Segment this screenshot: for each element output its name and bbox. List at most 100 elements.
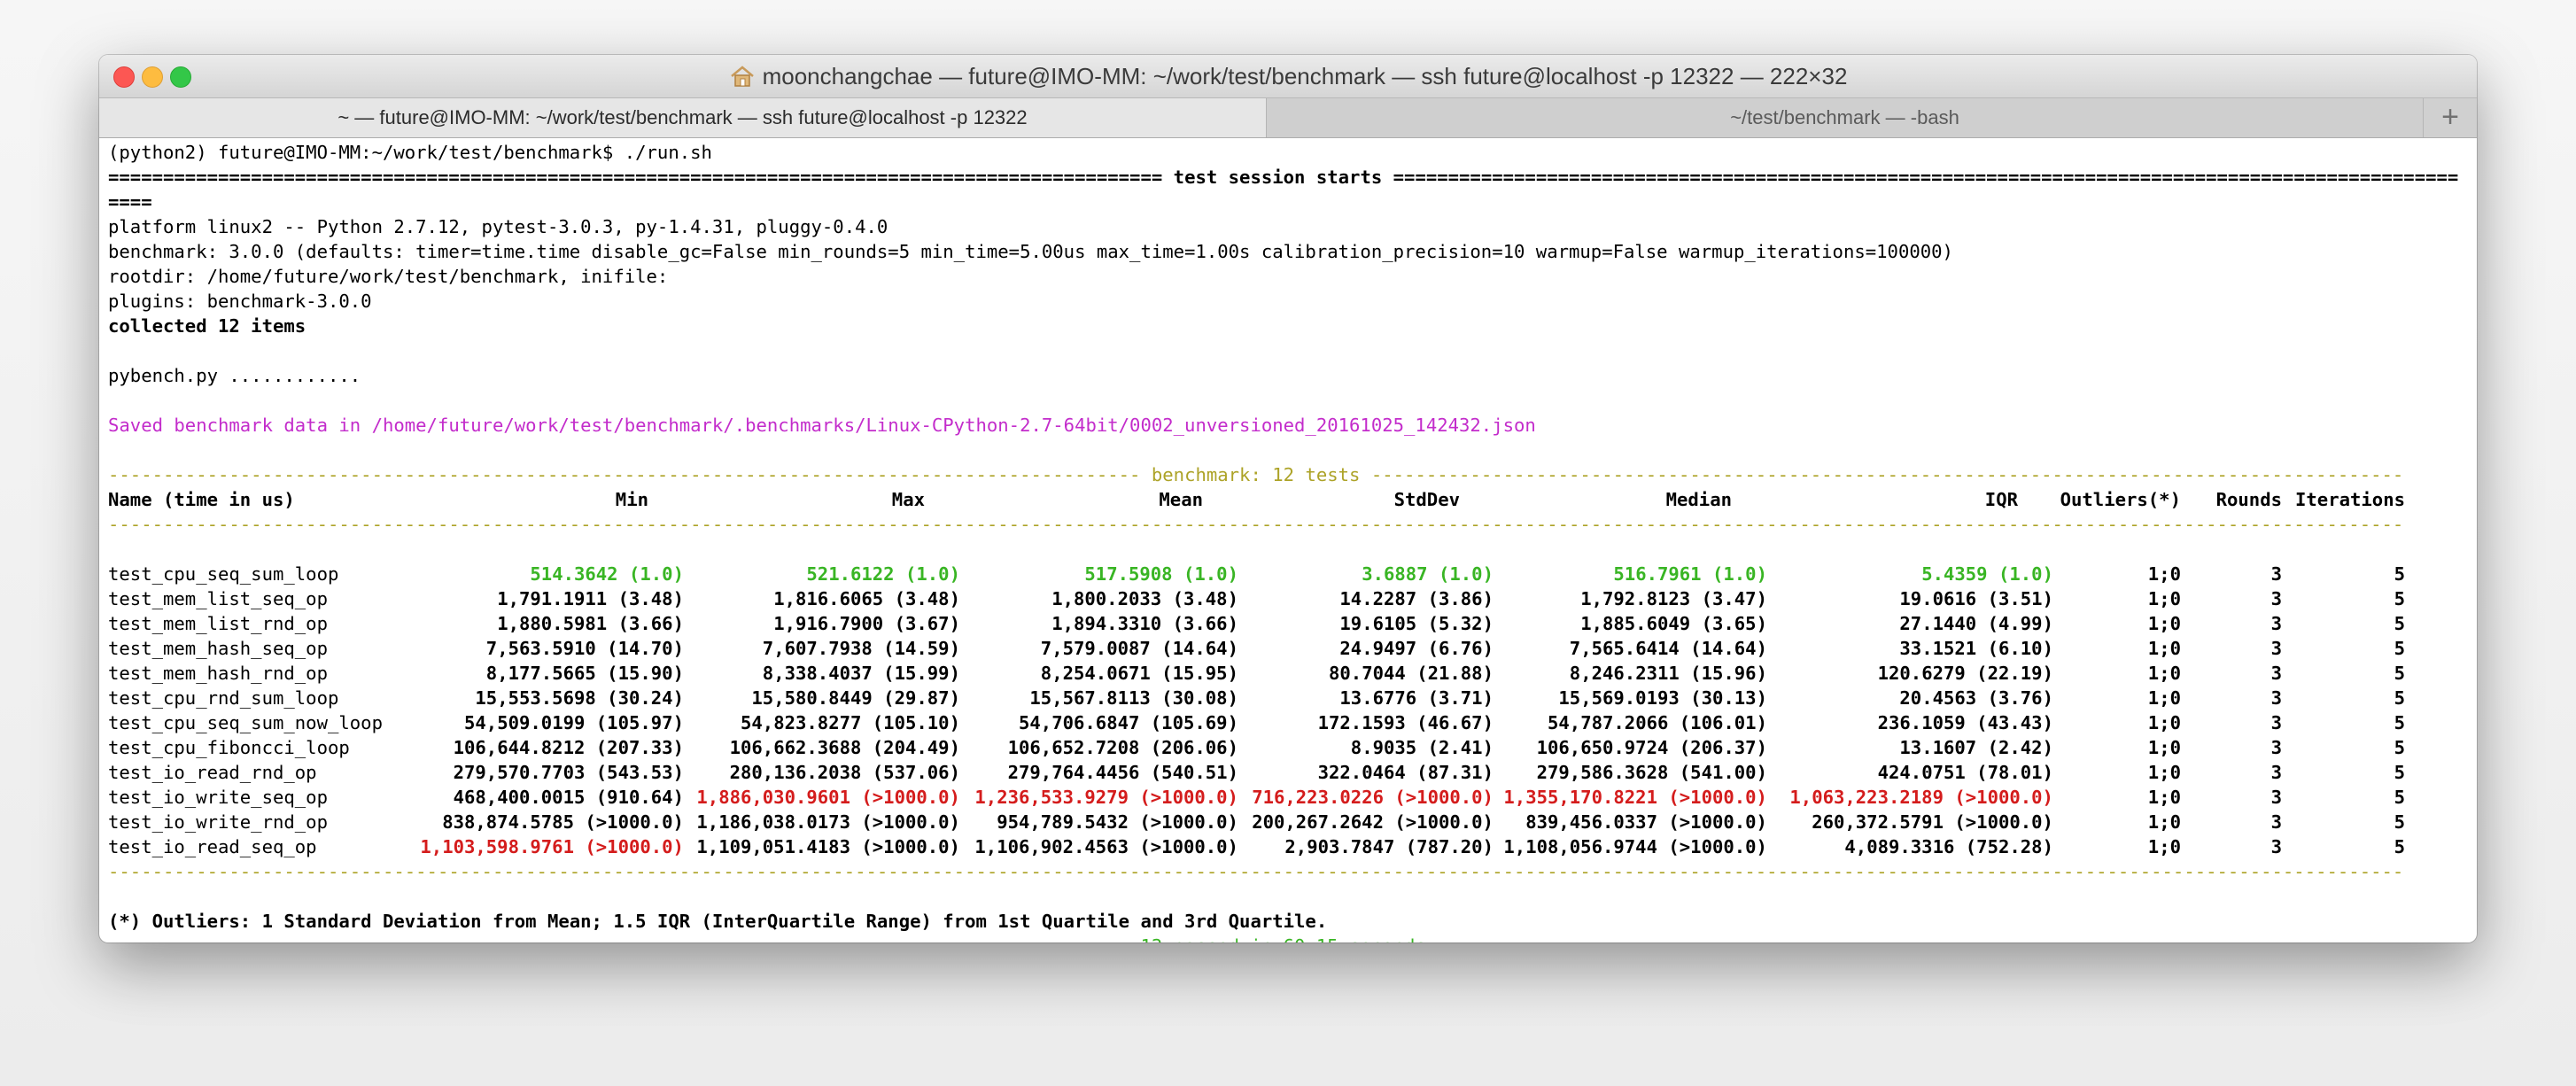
cell-name: test_cpu_fiboncci_loop — [108, 737, 350, 758]
cell-outliers: 1;0 — [2147, 613, 2181, 634]
cell-mean: 1,894.3310 (3.66) — [1051, 613, 1238, 634]
column-header-max: Max — [891, 489, 925, 510]
column-header-min: Min — [615, 489, 648, 510]
terminal-window: moonchangchae — future@IMO-MM: ~/work/te… — [99, 55, 2477, 942]
cell-mean: 54,706.6847 (105.69) — [1019, 712, 1238, 733]
cell-max: 7,607.7938 (14.59) — [762, 638, 960, 659]
cell-outliers: 1;0 — [2147, 787, 2181, 808]
session-start-rule: ========================================… — [108, 167, 2459, 188]
cell-stddev: 19.6105 (5.32) — [1339, 613, 1494, 634]
cell-max: 280,136.2038 (537.06) — [729, 762, 960, 783]
cell-min: 54,509.0199 (105.97) — [464, 712, 684, 733]
table-header-rule: ----------------------------------------… — [108, 514, 2404, 535]
cell-stddev: 3.6887 (1.0) — [1362, 563, 1494, 585]
cell-mean: 1,106,902.4563 (>1000.0) — [974, 836, 1238, 857]
cell-iterations: 5 — [2394, 762, 2405, 783]
cell-iqr: 19.0616 (3.51) — [1899, 588, 2053, 609]
cell-rounds: 3 — [2270, 588, 2282, 609]
new-tab-button[interactable]: + — [2424, 98, 2477, 137]
cell-stddev: 716,223.0226 (>1000.0) — [1252, 787, 1494, 808]
cell-iterations: 5 — [2394, 563, 2405, 585]
wrap-continuation: ==== — [108, 191, 152, 213]
cell-min: 1,103,598.9761 (>1000.0) — [420, 836, 684, 857]
cell-outliers: 1;0 — [2147, 712, 2181, 733]
cell-mean: 954,789.5432 (>1000.0) — [997, 811, 1238, 833]
collected-line: collected 12 items — [108, 315, 306, 337]
cell-iqr: 4,089.3316 (752.28) — [1844, 836, 2053, 857]
cell-median: 8,246.2311 (15.96) — [1569, 663, 1767, 684]
cell-name: test_cpu_rnd_sum_loop — [108, 687, 339, 709]
cell-rounds: 3 — [2270, 663, 2282, 684]
cell-min: 8,177.5665 (15.90) — [485, 663, 684, 684]
cell-min: 15,553.5698 (30.24) — [475, 687, 684, 709]
window-title: moonchangchae — future@IMO-MM: ~/work/te… — [99, 55, 2477, 97]
cell-median: 279,586.3628 (541.00) — [1536, 762, 1767, 783]
cell-rounds: 3 — [2270, 787, 2282, 808]
cell-median: 1,885.6049 (3.65) — [1580, 613, 1767, 634]
table-row: test_cpu_seq_sum_now_loop 54,509.0199 (10… — [108, 710, 2470, 735]
cell-rounds: 3 — [2270, 613, 2282, 634]
table-row: test_mem_list_seq_op 1,791.1911 (3.48) 1,8… — [108, 586, 2470, 611]
tab-bash[interactable]: ~/test/benchmark — -bash — [1267, 98, 2424, 137]
cell-stddev: 13.6776 (3.71) — [1339, 687, 1494, 709]
cell-iterations: 5 — [2394, 588, 2405, 609]
cell-iqr: 5.4359 (1.0) — [1921, 563, 2053, 585]
cell-name: test_io_read_rnd_op — [108, 762, 317, 783]
home-icon — [730, 66, 754, 87]
cell-outliers: 1;0 — [2147, 687, 2181, 709]
column-header-outliers: Outliers(*) — [2060, 489, 2181, 510]
cell-mean: 1,236,533.9279 (>1000.0) — [974, 787, 1238, 808]
cell-max: 15,580.8449 (29.87) — [751, 687, 960, 709]
cell-rounds: 3 — [2270, 687, 2282, 709]
column-header-median: Median — [1665, 489, 1732, 510]
cell-outliers: 1;0 — [2147, 811, 2181, 833]
terminal-output[interactable]: (python2) future@IMO-MM:~/work/test/benc… — [108, 140, 2470, 942]
tab-ssh[interactable]: ~ — future@IMO-MM: ~/work/test/benchmark… — [99, 98, 1267, 137]
saved-data-line: Saved benchmark data in /home/future/wor… — [108, 415, 1536, 436]
column-header-stddev: StdDev — [1393, 489, 1460, 510]
cell-name: test_io_write_rnd_op — [108, 811, 328, 833]
cell-iterations: 5 — [2394, 638, 2405, 659]
cell-iterations: 5 — [2394, 836, 2405, 857]
cell-rounds: 3 — [2270, 712, 2282, 733]
cell-mean: 106,652.7208 (206.06) — [1007, 737, 1238, 758]
cell-outliers: 1;0 — [2147, 836, 2181, 857]
summary-rule-label: 12 passed in 60.15 seconds — [1129, 935, 1437, 942]
cell-max: 106,662.3688 (204.49) — [729, 737, 960, 758]
tab-ssh-label: ~ — future@IMO-MM: ~/work/test/benchmark… — [338, 106, 1028, 128]
session-start-rule-label: test session starts — [1162, 167, 1393, 188]
cell-iterations: 5 — [2394, 737, 2405, 758]
cell-stddev: 322.0464 (87.31) — [1317, 762, 1494, 783]
table-row: test_cpu_fiboncci_loop 106,644.8212 (207.… — [108, 735, 2470, 760]
column-header-name: Name (time in us) — [108, 489, 295, 510]
table-row: test_cpu_rnd_sum_loop 15,553.5698 (30.24)… — [108, 686, 2470, 710]
cell-stddev: 24.9497 (6.76) — [1339, 638, 1494, 659]
cell-rounds: 3 — [2270, 811, 2282, 833]
cell-iterations: 5 — [2394, 811, 2405, 833]
cell-rounds: 3 — [2270, 737, 2282, 758]
cell-iqr: 236.1059 (43.43) — [1877, 712, 2053, 733]
cell-rounds: 3 — [2270, 563, 2282, 585]
cell-iqr: 1,063,223.2189 (>1000.0) — [1789, 787, 2053, 808]
cell-name: test_cpu_seq_sum_loop — [108, 563, 339, 585]
window-title-text: moonchangchae — future@IMO-MM: ~/work/te… — [762, 63, 1848, 89]
column-header-mean: Mean — [1159, 489, 1203, 510]
cell-median: 839,456.0337 (>1000.0) — [1525, 811, 1767, 833]
cell-name: test_cpu_seq_sum_now_loop — [108, 712, 383, 733]
title-bar[interactable]: moonchangchae — future@IMO-MM: ~/work/te… — [99, 55, 2477, 98]
rootdir-line: rootdir: /home/future/work/test/benchmar… — [108, 266, 669, 287]
column-header-iqr: IQR — [1984, 489, 2018, 510]
cell-rounds: 3 — [2270, 762, 2282, 783]
cell-min: 468,400.0015 (910.64) — [453, 787, 684, 808]
cell-name: test_mem_hash_rnd_op — [108, 663, 328, 684]
benchmark-config-line: benchmark: 3.0.0 (defaults: timer=time.t… — [108, 241, 1953, 262]
cell-iterations: 5 — [2394, 687, 2405, 709]
cell-iqr: 424.0751 (78.01) — [1877, 762, 2053, 783]
cell-min: 838,874.5785 (>1000.0) — [442, 811, 684, 833]
cell-min: 106,644.8212 (207.33) — [453, 737, 684, 758]
cell-max: 1,186,038.0173 (>1000.0) — [696, 811, 960, 833]
cell-stddev: 8.9035 (2.41) — [1350, 737, 1494, 758]
table-top-rule-label: benchmark: 12 tests — [1140, 464, 1371, 485]
cell-median: 1,355,170.8221 (>1000.0) — [1503, 787, 1767, 808]
cell-outliers: 1;0 — [2147, 588, 2181, 609]
